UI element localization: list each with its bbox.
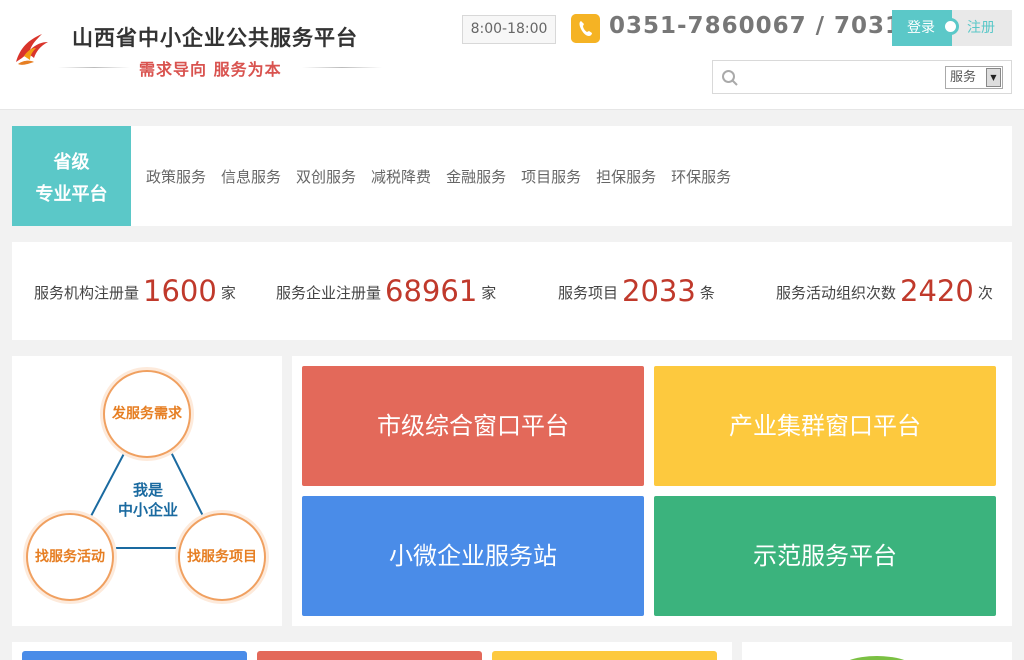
demo-platform-tile[interactable]: 示范服务平台 <box>654 496 996 616</box>
nav-link-guarantee[interactable]: 担保服务 <box>596 166 656 187</box>
nav-link-policy[interactable]: 政策服务 <box>146 166 206 187</box>
chevron-down-icon[interactable]: ▼ <box>986 68 1001 87</box>
nav-link-tax[interactable]: 减税降费 <box>371 166 431 187</box>
search-type-select[interactable]: 服务 ▼ <box>945 66 1003 89</box>
find-activity-circle[interactable]: 找服务活动 <box>26 513 114 601</box>
stat-label: 服务机构注册量 <box>34 284 140 302</box>
yellow-card-top[interactable] <box>492 651 717 660</box>
stat-institutions: 服务机构注册量 1600 家 <box>34 274 236 308</box>
stat-label: 服务项目 <box>558 284 619 302</box>
enterprise-triangle-panel: 我是 中小企业 发服务需求 找服务活动 找服务项目 <box>12 356 282 626</box>
search-box: 服务 ▼ <box>712 60 1012 94</box>
center-label-line2: 中小企业 <box>117 501 178 519</box>
stat-value: 68961 <box>385 274 478 308</box>
platform-tag-line2: 专业平台 <box>35 184 108 205</box>
nav-link-environment[interactable]: 环保服务 <box>671 166 731 187</box>
find-project-circle[interactable]: 找服务项目 <box>178 513 266 601</box>
nav-link-info[interactable]: 信息服务 <box>221 166 281 187</box>
stat-label: 服务活动组织次数 <box>776 284 897 302</box>
stat-activities: 服务活动组织次数 2420 次 <box>776 274 993 308</box>
nav-link-project[interactable]: 项目服务 <box>521 166 581 187</box>
stat-value: 1600 <box>143 274 217 308</box>
stat-unit: 条 <box>699 284 715 302</box>
phone-icon <box>571 14 600 43</box>
provincial-platform-tag[interactable]: 省级 专业平台 <box>12 126 131 226</box>
header: 山西省中小企业公共服务平台 需求导向 服务为本 8:00-18:00 0351-… <box>0 0 1024 110</box>
stat-projects: 服务项目 2033 条 <box>558 274 715 308</box>
slogan-divider-left <box>58 67 130 68</box>
center-label-line1: 我是 <box>132 481 163 499</box>
nav-link-innovation[interactable]: 双创服务 <box>296 166 356 187</box>
red-card-top[interactable] <box>257 651 482 660</box>
search-icon[interactable] <box>721 69 739 87</box>
logo-phoenix-icon[interactable] <box>10 26 52 68</box>
platform-nav-bar: 省级 专业平台 政策服务 信息服务 双创服务 减税降费 金融服务 项目服务 担保… <box>12 126 1012 226</box>
industry-cluster-tile[interactable]: 产业集群窗口平台 <box>654 366 996 486</box>
stats-bar: 服务机构注册量 1600 家 服务企业注册量 68961 家 服务项目 2033 条 服务活… <box>12 242 1012 340</box>
register-button[interactable]: 注册 <box>952 10 1012 46</box>
site-title[interactable]: 山西省中小企业公共服务平台 <box>72 22 358 52</box>
micro-enterprise-tile[interactable]: 小微企业服务站 <box>302 496 644 616</box>
nav-link-finance[interactable]: 金融服务 <box>446 166 506 187</box>
service-hours: 8:00-18:00 <box>462 15 556 44</box>
stat-value: 2033 <box>622 274 696 308</box>
login-register-toggle-knob <box>942 18 959 35</box>
city-platform-tile[interactable]: 市级综合窗口平台 <box>302 366 644 486</box>
blue-card-top[interactable] <box>22 651 247 660</box>
search-type-value: 服务 <box>950 70 977 85</box>
platform-tiles-panel: 市级综合窗口平台 产业集群窗口平台 小微企业服务站 示范服务平台 <box>292 356 1012 626</box>
green-circle-partial <box>837 656 917 660</box>
stat-unit: 家 <box>220 284 236 302</box>
stat-unit: 次 <box>977 284 993 302</box>
slogan: 需求导向 服务为本 <box>139 60 282 79</box>
bottom-cards-row <box>12 642 732 660</box>
stat-enterprises: 服务企业注册量 68961 家 <box>276 274 496 308</box>
search-input[interactable] <box>745 65 941 89</box>
stat-unit: 家 <box>481 284 497 302</box>
slogan-divider-right <box>302 67 382 68</box>
stat-label: 服务企业注册量 <box>276 284 382 302</box>
post-demand-circle[interactable]: 发服务需求 <box>103 370 191 458</box>
bottom-right-panel <box>742 642 1012 660</box>
center-label: 我是 中小企业 <box>112 480 184 520</box>
platform-tag-line1: 省级 <box>53 152 90 173</box>
stat-value: 2420 <box>900 274 974 308</box>
platform-links: 政策服务 信息服务 双创服务 减税降费 金融服务 项目服务 担保服务 环保服务 <box>146 166 731 187</box>
